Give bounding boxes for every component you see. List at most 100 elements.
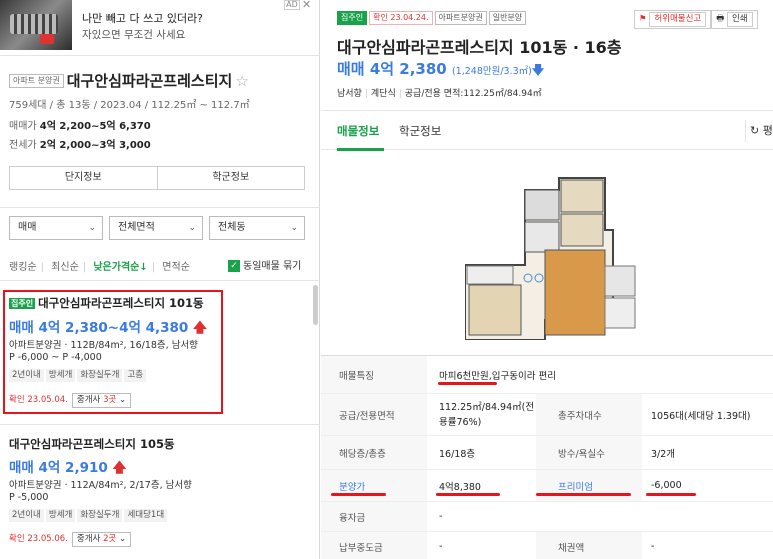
highlight-underline — [436, 493, 500, 496]
school-info-button[interactable]: 학군정보 — [156, 167, 305, 189]
detail-price: 매매 4억 2,380 (1,248만원/3.3㎡)🡇 — [337, 58, 544, 82]
spec-key: 프리미엄 — [536, 470, 642, 501]
chevron-down-icon: ⌄ — [119, 534, 127, 544]
group-same-listings-toggle[interactable]: ✓ 동일매물 묶기 — [228, 257, 301, 272]
spec-value: -6,000 — [651, 480, 682, 491]
spec-key: 융자금 — [321, 502, 427, 531]
listing-feature-chips: 2년이내 방세개 화장실두개 세대당1대 — [9, 509, 169, 522]
sort-latest[interactable]: 최신순 — [51, 262, 79, 273]
detail-summary: 남서향 | 계단식 | 공급/전용 면적:112.25㎡/84.94㎡ — [337, 89, 542, 99]
listing-price-text: 매매 4억 2,910 — [9, 460, 108, 476]
spec-row-feature: 매물특징 마피6천만원,입구동이라 편리 — [321, 356, 773, 394]
favorite-star-icon[interactable]: ☆ — [235, 72, 248, 90]
filter-bar: 매매 ⌄ 전체면적 ⌄ 전체동 ⌄ — [0, 207, 319, 247]
sort-area[interactable]: 면적순 — [162, 262, 190, 273]
spec-value: 112.25㎡/84.94㎡(전용률76%) — [439, 401, 535, 428]
complex-info-buttons: 단지정보 학군정보 — [9, 166, 305, 190]
sale-price-value: 4억 2,200~5억 6,370 — [39, 121, 151, 132]
detail-actions: ⚑ 허위매물신고 🖶 인쇄 — [634, 10, 758, 29]
agent-count: 2곳 — [103, 534, 117, 544]
chevron-down-icon: ⌄ — [88, 223, 96, 233]
detail-tabs: 매물정보 학군정보 — [321, 110, 773, 151]
listing-title[interactable]: 대구안심파라곤프레스티지 105동 — [9, 436, 175, 452]
feature-chip: 2년이내 — [9, 509, 44, 522]
ad-thumbnail[interactable] — [0, 0, 72, 50]
ad-subline[interactable]: 자있으면 무조건 사세요 — [82, 27, 185, 42]
jeonse-price-label: 전세가 — [9, 140, 37, 151]
ad-banner[interactable]: 나만 빼고 다 쓰고 있더라? 자있으면 무조건 사세요 AD ✕ — [0, 0, 319, 56]
spec-key: 총주차대수 — [536, 394, 642, 435]
area-summary: 공급/전용 면적:112.25㎡/84.94㎡ — [404, 89, 542, 99]
listing-panel: 나만 빼고 다 쓰고 있더라? 자있으면 무조건 사세요 AD ✕ 아파트 분양… — [0, 0, 320, 559]
detail-tags: 집주인 확인 23.04.24. 아파트분양권 일반분양 — [337, 10, 528, 25]
type-tag: 아파트분양권 — [434, 11, 487, 25]
agent-count-button[interactable]: 중개사 2곳 ⌄ — [71, 532, 132, 547]
spec-key: 매물특징 — [321, 356, 427, 393]
listing-confirm-row: 확인 23.05.06. 중개사 2곳 ⌄ — [9, 532, 132, 547]
spec-value: 16/18층 — [439, 448, 476, 460]
report-button[interactable]: ⚑ 허위매물신고 — [634, 10, 712, 29]
trade-type-select[interactable]: 매매 ⌄ — [9, 216, 103, 240]
listing-list — [0, 280, 319, 281]
floor-plan-image[interactable] — [465, 170, 641, 340]
spec-row-area: 공급/전용면적 112.25㎡/84.94㎡(전용률76%) 총주차대수 105… — [321, 394, 773, 436]
complex-type-tag: 아파트 분양권 — [9, 73, 64, 88]
spec-key: 납부중도금 — [321, 532, 427, 559]
spec-value: - — [439, 541, 443, 552]
sale-price-label: 매매가 — [9, 121, 37, 132]
tab-listing-info[interactable]: 매물정보 — [337, 123, 379, 139]
spec-key: 채권액 — [536, 532, 642, 559]
price-up-arrow-icon: 🡅 — [112, 460, 127, 476]
pyeong-toggle[interactable]: ↻ 평 — [745, 120, 773, 142]
checkbox-checked-icon[interactable]: ✓ — [228, 260, 240, 272]
ad-headline[interactable]: 나만 빼고 다 쓰고 있더라? — [82, 10, 203, 26]
print-button[interactable]: 🖶 인쇄 — [711, 10, 758, 29]
spec-value: 4억8,380 — [439, 481, 481, 493]
dong-select[interactable]: 전체동 ⌄ — [209, 216, 305, 240]
highlight-underline — [438, 382, 497, 385]
detail-price-text: 매매 4억 2,380 — [337, 60, 447, 78]
ad-close-icon[interactable]: ✕ — [302, 0, 311, 11]
direction: 남서향 — [337, 89, 362, 99]
spec-value: 마피6천만원,입구동이라 편리 — [439, 370, 556, 382]
complex-meta: 759세대 / 총 13동 / 2023.04 / 112.25㎡ ~ 112.… — [9, 100, 250, 111]
highlight-underline — [646, 493, 696, 496]
sort-ranking[interactable]: 랭킹순 — [9, 262, 37, 273]
spec-key: 공급/전용면적 — [321, 394, 427, 435]
print-label: 인쇄 — [726, 12, 753, 27]
area-value: 전체면적 — [118, 222, 155, 233]
highlight-underline — [536, 493, 631, 496]
jeonse-price-value: 2억 2,000~3억 3,000 — [39, 140, 151, 151]
sort-options: 랭킹순 | 최신순 | 낮은가격순↓ | 면적순 — [9, 262, 190, 273]
spec-value: 1056대(세대당 1.39대) — [651, 410, 751, 422]
sale-price-range: 매매가 4억 2,200~5억 6,370 — [9, 117, 151, 132]
detail-title: 대구안심파라곤프레스티지 101동 · 16층 — [337, 38, 622, 57]
ad-label: AD — [284, 0, 300, 10]
spec-value: - — [439, 511, 443, 522]
confirm-tag: 확인 23.04.24. — [369, 11, 433, 25]
feature-chip: 화장실두개 — [77, 509, 123, 522]
sort-low-price[interactable]: 낮은가격순↓ — [93, 262, 147, 273]
trade-type-value: 매매 — [18, 222, 37, 233]
listing-spec: 아파트분양권 · 112A/84m², 2/17층, 남서향 — [9, 480, 192, 491]
complex-info-button[interactable]: 단지정보 — [10, 167, 157, 189]
listing-item[interactable]: 대구안심파라곤프레스티지 105동 매매 4억 2,910 🡅 아파트분양권 ·… — [0, 424, 319, 547]
tab-school-info[interactable]: 학군정보 — [399, 123, 441, 139]
jeonse-price-range: 전세가 2억 2,000~3억 3,000 — [9, 136, 151, 151]
dong-value: 전체동 — [218, 222, 246, 233]
active-tab-indicator — [337, 148, 384, 151]
list-scrollbar[interactable] — [313, 285, 318, 325]
spec-row-interim: 납부중도금 - 채권액 - — [321, 532, 773, 559]
spec-key: 방수/욕실수 — [536, 436, 642, 469]
spec-row-floor: 해당층/총층 16/18층 방수/욕실수 3/2개 — [321, 436, 773, 470]
supply-tag: 일반분양 — [488, 11, 527, 25]
spec-row-loan: 융자금 - — [321, 502, 773, 532]
group-same-listings-label: 동일매물 묶기 — [243, 261, 302, 272]
area-select[interactable]: 전체면적 ⌄ — [109, 216, 203, 240]
spec-value: 3/2개 — [651, 448, 676, 460]
complex-name: 대구안심파라곤프레스티지 — [66, 72, 233, 90]
feature-chip: 세대당1대 — [124, 509, 168, 522]
spec-table: 매물특징 마피6천만원,입구동이라 편리 공급/전용면적 112.25㎡/84.… — [321, 355, 773, 559]
structure: 계단식 — [370, 89, 396, 99]
confirm-date: 확인 23.05.06. — [9, 534, 68, 544]
